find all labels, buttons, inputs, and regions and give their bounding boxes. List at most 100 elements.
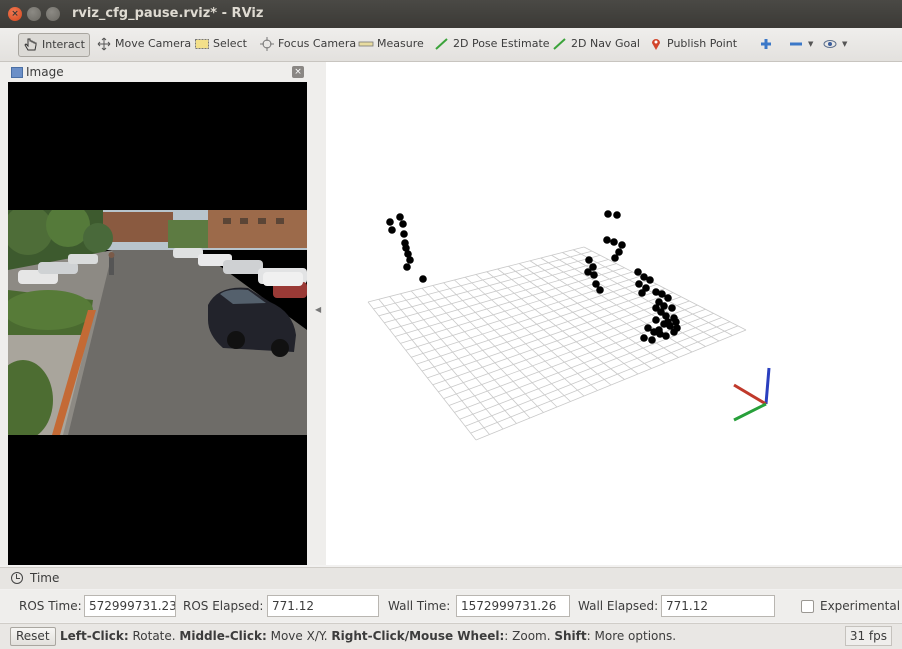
interact-tool-button[interactable]: Interact xyxy=(18,33,90,57)
status-hint-text: Left-Click: Rotate. Middle-Click: Move X… xyxy=(60,629,676,643)
green-arrow-icon xyxy=(434,37,450,51)
point-marker xyxy=(652,304,660,312)
clock-icon xyxy=(11,572,23,584)
point-marker xyxy=(406,256,414,264)
point-marker xyxy=(403,263,411,271)
point-marker xyxy=(603,236,611,244)
point-marker xyxy=(640,334,648,342)
view-menu-button[interactable]: ▼ xyxy=(818,33,851,57)
focus-camera-tool-button[interactable]: Focus Camera xyxy=(255,33,360,57)
grid-line xyxy=(459,317,722,420)
3d-scene xyxy=(367,210,771,441)
toolbar: Interact Move Camera Select Focus Camera… xyxy=(0,28,902,62)
camera-image-view[interactable] xyxy=(8,82,307,565)
reset-button[interactable]: Reset xyxy=(10,627,56,646)
nav-goal-tool-button[interactable]: 2D Nav Goal xyxy=(548,33,644,57)
camera-frame xyxy=(8,210,307,435)
status-hint-part: Middle-Click: xyxy=(179,629,267,643)
select-tool-button[interactable]: Select xyxy=(190,33,251,57)
add-tool-icon xyxy=(758,37,774,51)
grid-line xyxy=(465,321,730,427)
move-camera-tool-button[interactable]: Move Camera xyxy=(92,33,195,57)
green-arrow-icon xyxy=(552,37,568,51)
experimental-checkbox[interactable] xyxy=(801,600,814,613)
remove-tool-button[interactable]: ▼ xyxy=(784,33,817,57)
window-maximize-button[interactable] xyxy=(46,7,60,21)
point-marker xyxy=(610,238,618,246)
time-panel-title: Time xyxy=(30,571,60,585)
nav-goal-tool-label: 2D Nav Goal xyxy=(571,37,640,50)
pose-estimate-tool-label: 2D Pose Estimate xyxy=(453,37,550,50)
move-camera-tool-label: Move Camera xyxy=(115,37,192,50)
point-marker xyxy=(655,326,663,334)
status-bar: Reset Left-Click: Rotate. Middle-Click: … xyxy=(0,623,902,649)
point-marker xyxy=(399,220,407,228)
image-panel: Image × xyxy=(0,62,312,565)
add-tool-button[interactable] xyxy=(754,33,781,57)
focus-target-icon xyxy=(259,37,275,51)
point-marker xyxy=(388,226,396,234)
image-panel-icon xyxy=(11,67,23,78)
ros-elapsed-label: ROS Elapsed: xyxy=(183,599,264,613)
status-hint-part: : More options. xyxy=(586,629,677,643)
publish-point-tool-button[interactable]: Publish Point xyxy=(644,33,741,57)
publish-point-tool-label: Publish Point xyxy=(667,37,738,50)
point-marker xyxy=(386,218,394,226)
wall-time-label: Wall Time: xyxy=(388,599,451,613)
chevron-down-icon: ▼ xyxy=(808,40,814,48)
point-marker xyxy=(400,230,408,238)
time-panel-header: Time xyxy=(0,567,902,589)
point-marker xyxy=(585,256,593,264)
point-marker xyxy=(635,280,643,288)
origin-axes xyxy=(733,367,771,422)
collapse-arrow-icon: ◀ xyxy=(315,305,322,314)
image-panel-header: Image × xyxy=(8,64,306,82)
chevron-down-icon: ▼ xyxy=(842,40,848,48)
point-marker xyxy=(604,210,612,218)
status-hint-part: Right-Click/Mouse Wheel: xyxy=(331,629,505,643)
point-marker xyxy=(618,241,626,249)
3d-render-view[interactable] xyxy=(326,62,902,565)
point-marker xyxy=(652,316,660,324)
wall-time-field[interactable]: 1572999731.26 xyxy=(456,595,570,617)
hand-pointer-icon xyxy=(23,38,39,52)
point-marker xyxy=(646,276,654,284)
point-marker xyxy=(596,286,604,294)
remove-tool-icon xyxy=(788,37,804,51)
status-hint-part: Shift xyxy=(554,629,587,643)
fps-counter: 31 fps xyxy=(844,626,892,646)
close-icon: × xyxy=(11,9,19,19)
panel-splitter[interactable]: ◀ xyxy=(312,62,326,565)
point-marker xyxy=(396,213,404,221)
measure-tool-button[interactable]: Measure xyxy=(354,33,428,57)
focus-camera-tool-label: Focus Camera xyxy=(278,37,357,50)
window-close-button[interactable]: × xyxy=(8,7,22,21)
point-marker xyxy=(664,318,672,326)
ros-time-field[interactable]: 572999731.23 xyxy=(84,595,176,617)
point-marker xyxy=(638,289,646,297)
status-hint-part: Rotate. xyxy=(128,629,180,643)
pose-estimate-tool-button[interactable]: 2D Pose Estimate xyxy=(430,33,554,57)
point-marker xyxy=(419,275,427,283)
image-panel-title: Image xyxy=(26,65,64,79)
map-pin-icon xyxy=(648,37,664,51)
ros-elapsed-field[interactable]: 771.12 xyxy=(267,595,379,617)
point-marker xyxy=(590,271,598,279)
point-marker xyxy=(670,328,678,336)
ros-time-label: ROS Time: xyxy=(19,599,82,613)
wall-elapsed-label: Wall Elapsed: xyxy=(578,599,659,613)
wall-elapsed-field[interactable]: 771.12 xyxy=(661,595,775,617)
window-minimize-button[interactable] xyxy=(27,7,41,21)
point-marker xyxy=(672,318,680,326)
point-marker xyxy=(664,294,672,302)
measure-tool-label: Measure xyxy=(377,37,424,50)
ruler-icon xyxy=(358,37,374,51)
experimental-label: Experimental xyxy=(820,599,901,613)
interact-tool-label: Interact xyxy=(42,38,85,51)
title-bar: × rviz_cfg_pause.rviz* - RViz xyxy=(0,0,902,28)
view-dropdown-icon xyxy=(822,37,838,51)
point-marker xyxy=(613,211,621,219)
close-icon[interactable]: × xyxy=(292,66,304,78)
point-marker xyxy=(634,268,642,276)
point-marker xyxy=(611,254,619,262)
